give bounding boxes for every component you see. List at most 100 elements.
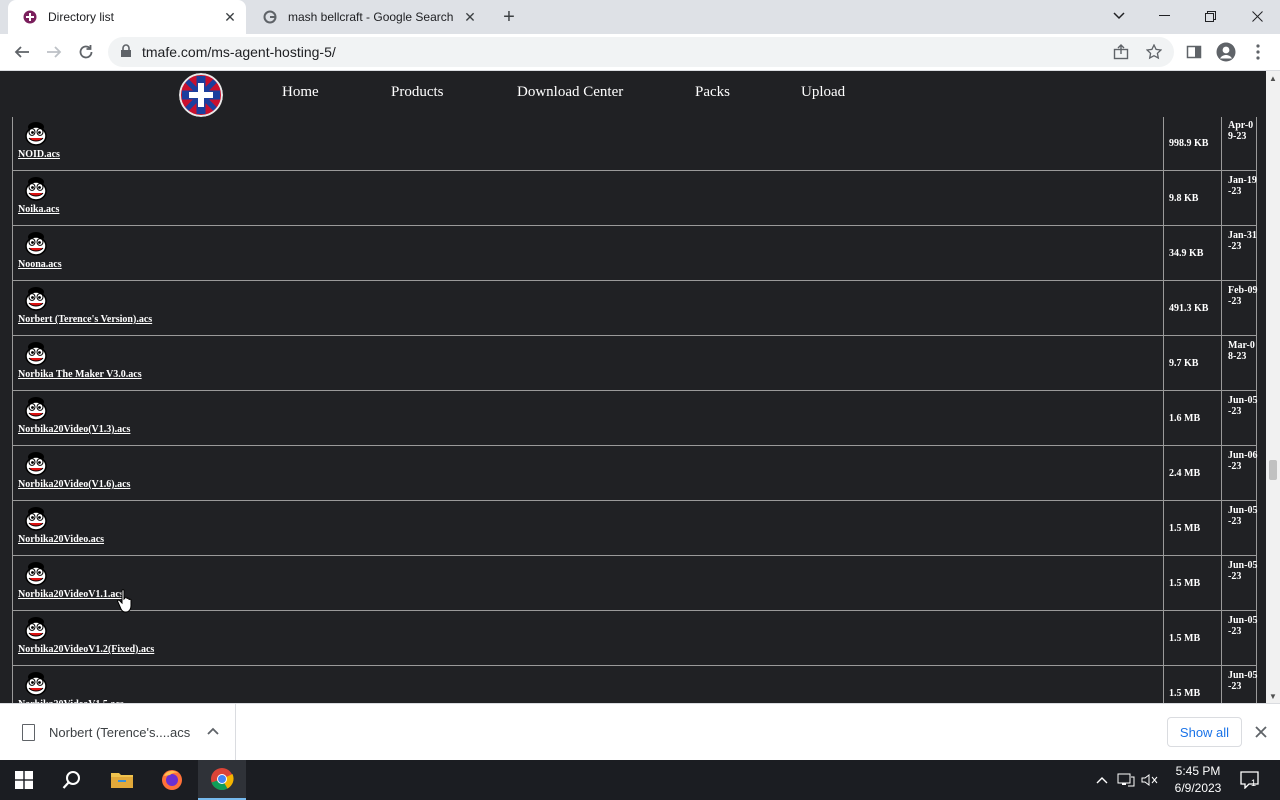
ms-agent-character-icon[interactable]	[23, 616, 49, 642]
file-name-cell: Noona.acs	[13, 226, 1164, 280]
url-text: tmafe.com/ms-agent-hosting-5/	[142, 44, 336, 60]
ms-agent-character-icon[interactable]	[23, 121, 49, 147]
site-favicon-icon	[22, 9, 38, 25]
file-link[interactable]: Norbert (Terence's Version).acs	[18, 314, 152, 325]
google-favicon-icon	[262, 9, 278, 25]
firefox-icon[interactable]	[148, 760, 196, 800]
file-date: Jun-05-23	[1228, 670, 1258, 692]
lock-icon[interactable]	[120, 44, 136, 60]
close-shelf-icon[interactable]	[1250, 721, 1272, 743]
file-size: 9.7 KB	[1164, 336, 1222, 390]
file-link[interactable]: NOID.acs	[18, 149, 60, 160]
file-link[interactable]: Norbika20VideoV1.1.acs	[18, 589, 124, 600]
file-icon	[22, 724, 35, 741]
file-link[interactable]: Norbika20Video(V1.6).acs	[18, 479, 130, 490]
table-row: Norbika20VideoV1.2(Fixed).acs 1.5 MB Jun-0…	[12, 611, 1257, 666]
bookmark-star-icon[interactable]	[1144, 42, 1164, 62]
search-icon[interactable]	[48, 760, 96, 800]
nav-packs[interactable]: Packs	[695, 84, 730, 101]
tab-google-search[interactable]: mash bellcraft - Google Search ✕	[248, 0, 486, 34]
page-content: Home Products Download Center Packs Uplo…	[0, 71, 1266, 703]
file-date: Apr-09-23	[1228, 120, 1254, 142]
menu-kebab-icon[interactable]	[1244, 38, 1272, 66]
new-tab-plus-icon[interactable]: +	[496, 5, 522, 29]
minimize-icon[interactable]	[1141, 0, 1187, 32]
file-size: 1.5 MB	[1164, 501, 1222, 555]
ms-agent-character-icon[interactable]	[23, 451, 49, 477]
nav-home[interactable]: Home	[282, 84, 319, 101]
scrollbar-thumb[interactable]	[1269, 460, 1277, 480]
file-name-cell: Norbika20VideoV1.1.acs	[13, 556, 1164, 610]
nav-products[interactable]: Products	[391, 84, 444, 101]
show-hidden-icons-chevron-icon[interactable]	[1092, 770, 1112, 790]
site-logo[interactable]	[179, 73, 223, 117]
forward-arrow-icon[interactable]	[40, 38, 68, 66]
file-link[interactable]: Norbika20Video.acs	[18, 534, 104, 545]
tab-strip: Directory list ✕ mash bellcraft - Google…	[0, 0, 1280, 34]
page-scrollbar[interactable]: ▲ ▼	[1266, 71, 1280, 703]
file-link[interactable]: Norbika20VideoV1.2(Fixed).acs	[18, 644, 154, 655]
chevron-up-icon[interactable]	[204, 722, 222, 740]
ms-agent-character-icon[interactable]	[23, 671, 49, 697]
share-icon[interactable]	[1111, 42, 1131, 62]
file-name-cell: Norbika20Video(V1.6).acs	[13, 446, 1164, 500]
file-size: 1.6 MB	[1164, 391, 1222, 445]
volume-muted-icon[interactable]	[1140, 770, 1160, 790]
file-date: Jan-19-23	[1228, 175, 1257, 197]
file-link[interactable]: Norbika20Video(V1.3).acs	[18, 424, 130, 435]
address-bar[interactable]: tmafe.com/ms-agent-hosting-5/	[108, 37, 1174, 67]
side-panel-icon[interactable]	[1180, 38, 1208, 66]
ms-agent-character-icon[interactable]	[23, 341, 49, 367]
file-size: 1.5 MB	[1164, 556, 1222, 610]
profile-avatar-icon[interactable]	[1212, 38, 1240, 66]
clock-date: 6/9/2023	[1174, 781, 1222, 795]
network-icon[interactable]	[1116, 770, 1136, 790]
tab-search-chevron-icon[interactable]	[1096, 0, 1142, 32]
tab-close-icon[interactable]: ✕	[220, 7, 240, 27]
file-link[interactable]: Noika.acs	[18, 204, 59, 215]
nav-upload[interactable]: Upload	[801, 84, 845, 101]
file-size: 9.8 KB	[1164, 171, 1222, 225]
file-size: 1.5 MB	[1164, 611, 1222, 665]
tab-title: mash bellcraft - Google Search	[288, 10, 454, 24]
ms-agent-character-icon[interactable]	[23, 506, 49, 532]
download-item[interactable]: Norbert (Terence's....acs	[0, 704, 236, 761]
scroll-down-arrow-icon[interactable]: ▼	[1266, 689, 1280, 703]
file-name-cell: Noika.acs	[13, 171, 1164, 225]
file-date: Jun-05-23	[1228, 560, 1258, 582]
back-arrow-icon[interactable]	[8, 38, 36, 66]
file-explorer-icon[interactable]	[98, 760, 146, 800]
nav-download-center[interactable]: Download Center	[517, 84, 623, 101]
tab-directory-list[interactable]: Directory list ✕	[8, 0, 246, 34]
ms-agent-character-icon[interactable]	[23, 286, 49, 312]
restore-icon[interactable]	[1187, 0, 1233, 32]
file-link[interactable]: Norbika The Maker V3.0.acs	[18, 369, 142, 380]
file-name-cell: NOID.acs	[13, 116, 1164, 170]
scroll-up-arrow-icon[interactable]: ▲	[1266, 71, 1280, 85]
chrome-icon[interactable]	[198, 760, 246, 800]
download-shelf: Norbert (Terence's....acs Show all	[0, 703, 1280, 761]
table-row: NOID.acs 998.9 KB Apr-09-23	[12, 116, 1257, 171]
table-row: Norbika20VideoV1.5.acs1.5 MB Jun-05-23	[12, 666, 1257, 703]
taskbar-clock[interactable]: 5:45 PM 6/9/2023	[1164, 763, 1232, 797]
file-size: 2.4 MB	[1164, 446, 1222, 500]
file-link[interactable]: Noona.acs	[18, 259, 62, 270]
file-date: Jun-05-23	[1228, 505, 1258, 527]
windows-start-icon[interactable]	[0, 760, 48, 800]
tab-close-icon[interactable]: ✕	[460, 7, 480, 27]
reload-icon[interactable]	[72, 38, 100, 66]
ms-agent-character-icon[interactable]	[23, 561, 49, 587]
site-navigation: Home Products Download Center Packs Uplo…	[0, 71, 1266, 117]
window-close-icon[interactable]	[1234, 0, 1280, 32]
ms-agent-character-icon[interactable]	[23, 231, 49, 257]
file-name-cell: Norbika20Video.acs	[13, 501, 1164, 555]
notification-count: 1	[1251, 778, 1257, 788]
table-row: Noika.acs 9.8 KB Jan-19-23	[12, 171, 1257, 226]
windows-taskbar: 5:45 PM 6/9/2023 1	[0, 760, 1280, 800]
table-row: Norbika20VideoV1.1.acs 1.5 MB Jun-05-23	[12, 556, 1257, 611]
notifications-icon[interactable]: 1	[1238, 770, 1262, 790]
ms-agent-character-icon[interactable]	[23, 396, 49, 422]
show-all-button[interactable]: Show all	[1167, 717, 1242, 747]
file-name-cell: Norbert (Terence's Version).acs	[13, 281, 1164, 335]
ms-agent-character-icon[interactable]	[23, 176, 49, 202]
